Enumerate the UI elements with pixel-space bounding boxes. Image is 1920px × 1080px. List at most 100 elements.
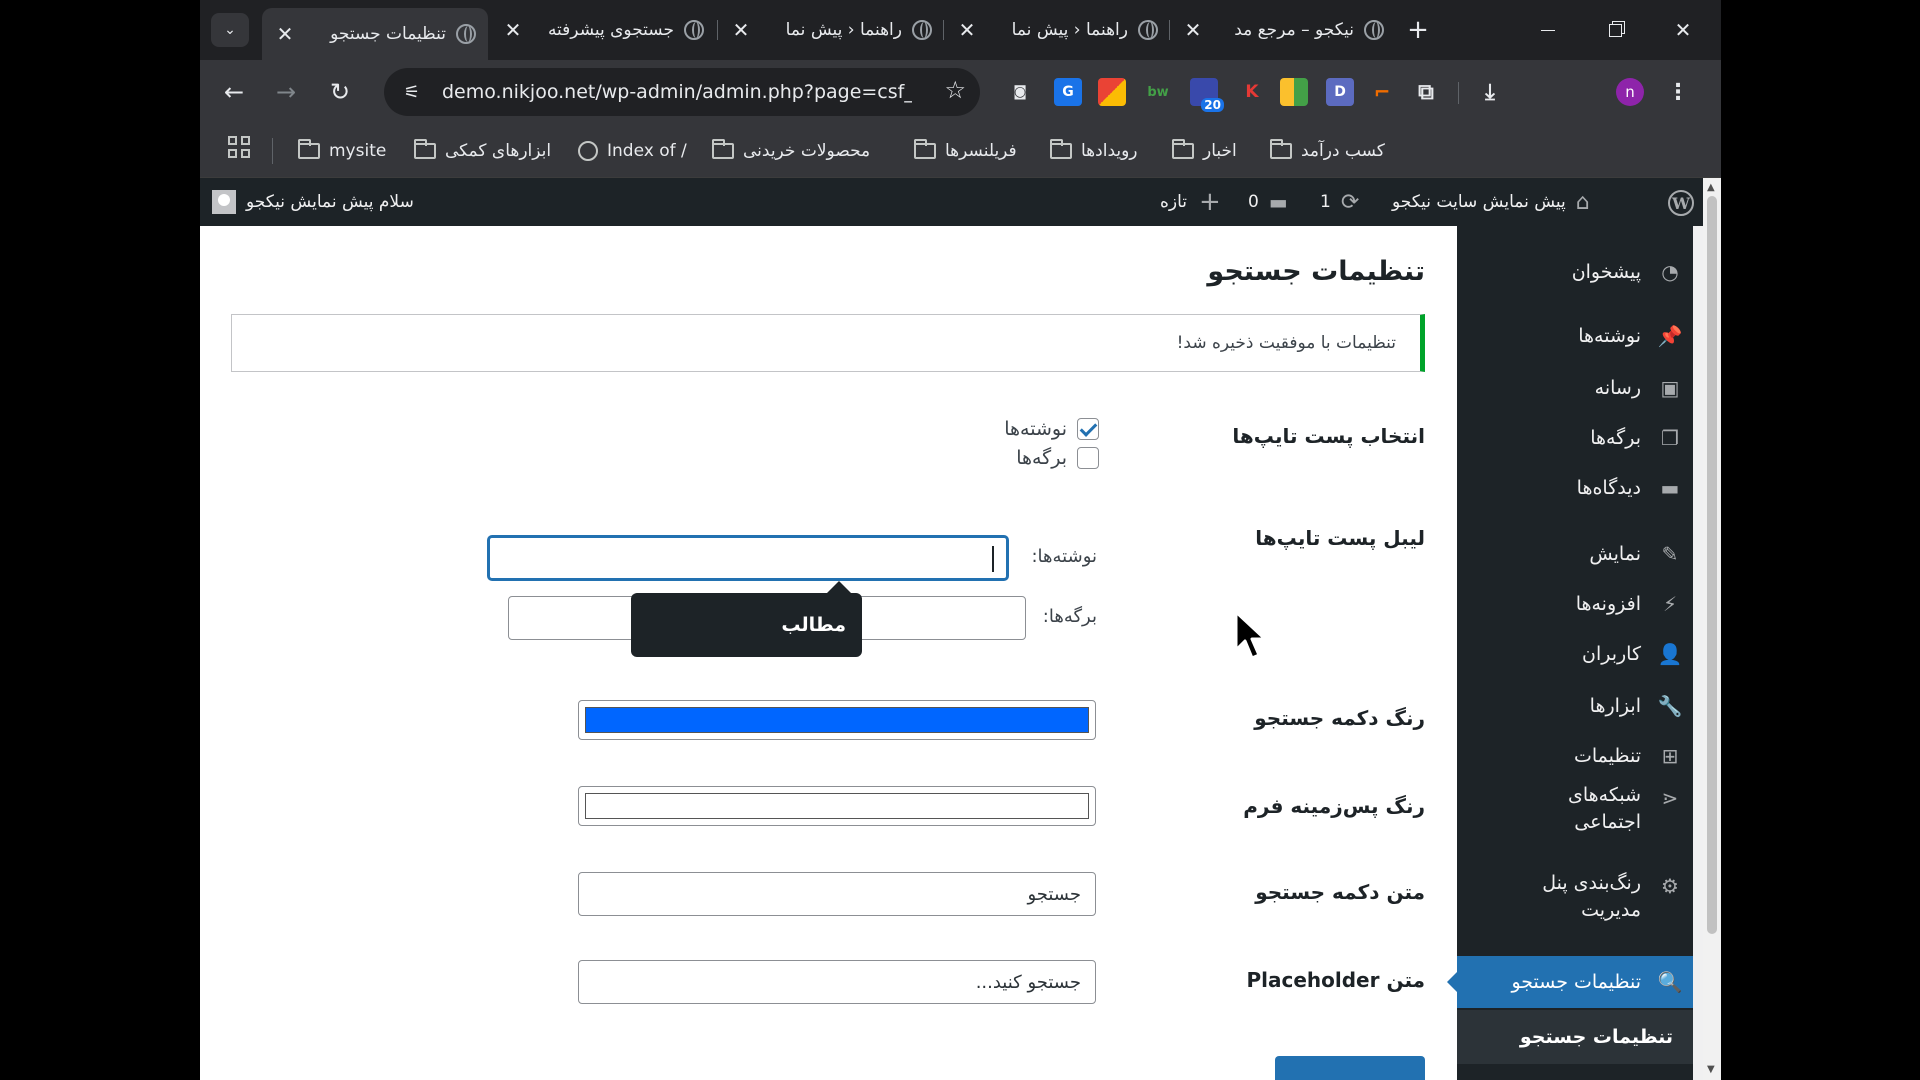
tab-title: جستجوی پیشرفته [547,20,674,40]
close-icon[interactable]: ✕ [274,22,296,46]
tools-icon: 🔧 [1657,694,1683,718]
updates-count: 1 [1320,192,1331,212]
menu-settings[interactable]: ⊞ تنظیمات [1457,734,1693,778]
scroll-thumb[interactable] [1707,196,1717,934]
bookmark-mysite[interactable]: mysite [298,136,386,166]
bookmark-separator [272,138,273,164]
plugins-icon: ⚡ [1662,592,1678,616]
post-type-posts-option[interactable]: نوشته‌ها [1004,418,1099,440]
plus-icon: + [1199,187,1221,217]
office-icon[interactable] [1098,78,1126,106]
menu-label: دیدگاه‌ها [1576,476,1641,499]
menu-dashboard[interactable]: ◔ پیشخوان [1457,250,1693,294]
posts-label-input[interactable] [488,536,1008,580]
bookmark-news[interactable]: اخبار [1172,136,1237,166]
save-button[interactable] [1275,1056,1425,1080]
profile-avatar[interactable]: n [1616,78,1644,106]
scroll-up-icon[interactable]: ▲ [1707,182,1715,193]
my-account[interactable]: سلام پیش نمایش نیکجو [212,178,414,226]
site-info-icon[interactable]: ⚟ [392,72,432,112]
bookmark-star-icon[interactable]: ☆ [944,76,966,104]
button-text-input[interactable]: جستجو [578,872,1096,916]
menu-comments[interactable]: ▬ دیدگاه‌ها [1457,466,1693,510]
kebab-menu-icon[interactable]: ⋮ [1664,78,1692,106]
avatar [212,190,236,214]
menu-label: پیشخوان [1571,260,1641,283]
restore-button[interactable] [1590,8,1640,52]
wordpress-logo-icon[interactable]: W [1668,190,1694,216]
bg-color-swatch[interactable] [585,793,1089,819]
comments-link[interactable]: 0 ▬ [1248,178,1288,226]
menu-admin-colors[interactable]: ⚙ رنگ‌بندی پنل مدیریت [1457,870,1693,932]
bookmark-income[interactable]: کسب درآمد [1270,136,1385,166]
address-bar[interactable]: ⚟ demo.nikjoo.net/wp-admin/admin.php?pag… [384,68,980,116]
url-text[interactable]: demo.nikjoo.net/wp-admin/admin.php?page=… [442,81,912,103]
tooltip-text: مطالب [781,614,846,636]
tab-nikjoo[interactable]: نیکجو – مرجع مد ✕ [1170,10,1396,50]
menu-social-networks[interactable]: ⋖ شبکه‌های اجتماعی [1457,782,1693,844]
menu-label: تنظیمات جستجو [1511,970,1641,993]
camera-icon[interactable]: ◙ [1006,78,1034,106]
menu-posts[interactable]: 📌 نوشته‌ها [1457,314,1693,358]
close-icon[interactable]: ✕ [956,18,978,42]
close-icon[interactable]: ✕ [1182,18,1204,42]
pages-checkbox[interactable] [1077,447,1099,469]
translate-icon[interactable]: G [1054,78,1082,106]
new-content-menu[interactable]: تازه + [1160,178,1221,226]
close-window-button[interactable]: ✕ [1658,8,1708,52]
d-icon[interactable]: D [1326,78,1354,106]
pages-checkbox-label: برگه‌ها [1016,447,1067,469]
menu-tools[interactable]: 🔧 ابزارها [1457,684,1693,728]
settings-icon: ⊞ [1661,744,1679,768]
bookmark-products[interactable]: محصولات خریدنی [712,136,870,166]
k-icon[interactable]: K [1238,78,1266,106]
posts-checkbox[interactable] [1077,418,1099,440]
back-button[interactable]: ← [214,72,254,112]
menu-appearance[interactable]: ✎ نمایش [1457,532,1693,576]
new-tab-button[interactable]: + [1400,12,1436,48]
submenu-search-settings[interactable]: تنظیمات جستجو [1457,1010,1693,1064]
posts-field-label: نوشته‌ها: [1031,546,1097,567]
bookmark-index[interactable]: Index of / [578,136,687,166]
puzzle-icon[interactable]: ⧉ [1412,78,1440,106]
button-color-swatch[interactable] [585,707,1089,733]
apps-grid-icon[interactable] [228,136,250,158]
bookmark-label: اخبار [1203,141,1237,161]
forward-button[interactable]: → [266,72,306,112]
post-types-label: انتخاب پست تایپ‌ها [1232,424,1425,448]
bookmark-tools[interactable]: ابزارهای کمکی [414,136,551,166]
notice-text: تنظیمات با موفقیت ذخیره شد! [1176,333,1396,353]
reload-button[interactable]: ↻ [320,72,360,112]
scroll-down-icon[interactable]: ▼ [1707,1064,1715,1075]
f-ext-icon[interactable]: ⌐ [1368,78,1396,106]
post-type-pages-option[interactable]: برگه‌ها [1016,447,1099,469]
menu-plugins[interactable]: ⚡ افزونه‌ها [1457,582,1693,626]
download-icon[interactable]: ⤓ [1476,78,1504,106]
bookmark-events[interactable]: رویدادها [1050,136,1138,166]
tab-guide-2[interactable]: راهنما ‹ پیش نما ✕ [944,10,1170,50]
minimize-button[interactable] [1523,8,1573,52]
tab-search-settings[interactable]: تنظیمات جستجو ✕ [262,8,488,60]
success-notice: تنظیمات با موفقیت ذخیره شد! [231,314,1425,372]
menu-users[interactable]: 👤 کاربران [1457,632,1693,676]
bookmark-freelancers[interactable]: فریلنسرها [914,136,1017,166]
bookmark-label: محصولات خریدنی [743,141,871,161]
color-ext-icon[interactable] [1280,78,1308,106]
tab-search-button[interactable]: ⌄ [211,13,249,47]
bw-icon[interactable]: bw [1144,78,1172,106]
tab-guide-1[interactable]: راهنما ‹ پیش نما ✕ [718,10,944,50]
close-icon[interactable]: ✕ [502,18,524,42]
menu-pages[interactable]: ❐ برگه‌ها [1457,416,1693,460]
placeholder-input[interactable]: جستجو کنید... [578,960,1096,1004]
placeholder-value: جستجو کنید... [975,971,1081,993]
tab-advanced-search[interactable]: جستجوی پیشرفته ✕ [490,10,716,50]
menu-search-settings[interactable]: 🔍 تنظیمات جستجو [1447,956,1693,1008]
page-scrollbar[interactable]: ▲ ▼ [1703,178,1721,1080]
badge-ext-icon[interactable]: 20 [1190,78,1224,112]
updates-link[interactable]: 1 ⟳ [1320,178,1359,226]
menu-media[interactable]: ▣ رسانه [1457,366,1693,410]
button-color-field[interactable] [578,700,1096,740]
site-name-link[interactable]: پیش نمایش سایت نیکجو ⌂ [1392,178,1590,226]
bg-color-field[interactable] [578,786,1096,826]
close-icon[interactable]: ✕ [730,18,752,42]
